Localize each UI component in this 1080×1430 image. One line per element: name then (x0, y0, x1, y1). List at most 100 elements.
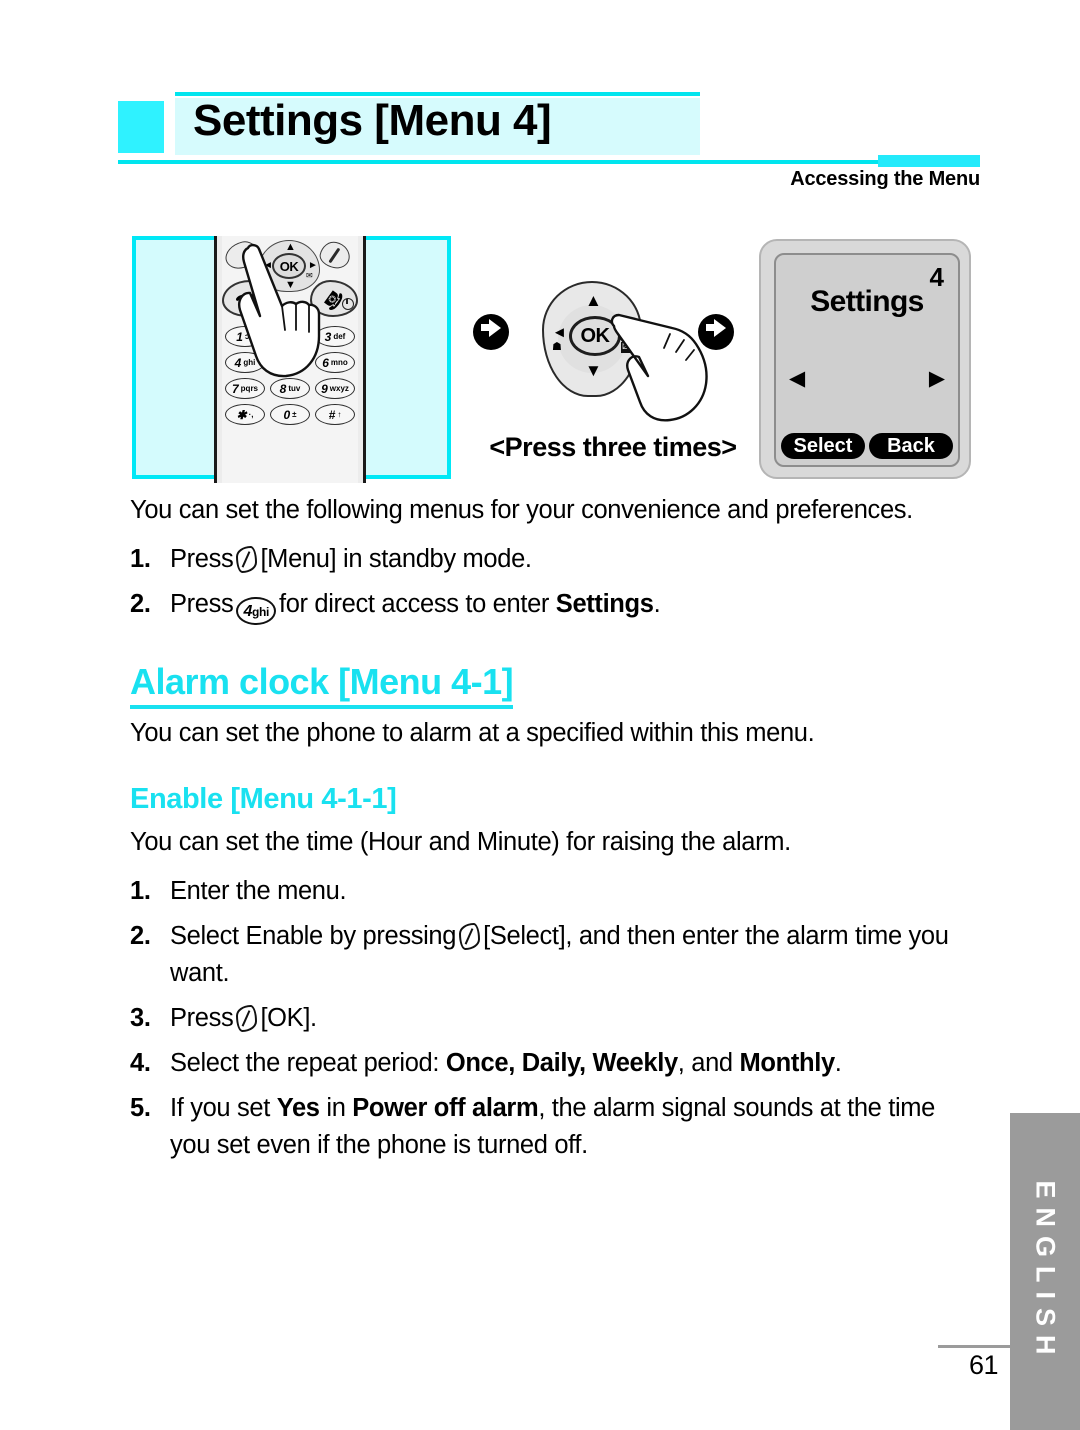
step-text-b: , and (677, 1049, 740, 1077)
keypad-row: 7 pqrs 8 tuv 9 wxyz (224, 378, 356, 399)
key-3: 3 def (315, 326, 355, 347)
key-2: 2 abc (270, 326, 310, 347)
key-digit: 8 (279, 381, 287, 396)
intro-paragraph: You can set the following menus for your… (130, 496, 913, 524)
list-number: 5. (130, 1094, 151, 1122)
step-text-b: in (319, 1094, 353, 1122)
key-digit: 2 (278, 329, 286, 344)
list-item: 2. Press 4ghi for direct access to enter Se… (130, 586, 970, 625)
key-6: 6 mno (315, 352, 355, 373)
key-letters: mno (330, 357, 348, 367)
step-text-c: . (834, 1049, 842, 1077)
phone-illustration-box: OK ▲ ▼ ◄ ► ☗ ✉ ☎ ☎ 1 ɔɔ 2 abc 3 def 4 gh… (132, 236, 451, 483)
key-letters: jkl (289, 357, 299, 367)
key-hash: # ↑ (315, 404, 355, 425)
step-bold-a: Yes (276, 1094, 320, 1122)
step-bold-b: Power off alarm (352, 1094, 539, 1122)
power-icon (342, 298, 354, 310)
figure-row: OK ▲ ▼ ◄ ► ☗ ✉ ☎ ☎ 1 ɔɔ 2 abc 3 def 4 gh… (118, 236, 980, 483)
softkey-icon (459, 923, 481, 950)
key-4-icon: 4ghi (236, 597, 276, 625)
key-digit: 9 (321, 381, 328, 396)
key-letters: tuv (288, 383, 301, 393)
key-letters: def (333, 331, 346, 341)
list-item: 3. Press [OK]. (130, 1000, 970, 1037)
key-digit: 6 (322, 355, 329, 370)
key-9: 9 wxyz (315, 378, 355, 399)
softkey-icon (236, 546, 258, 573)
key-digit: 4 (243, 603, 252, 620)
key-letters: ghi (243, 357, 256, 367)
list-number: 4. (130, 1049, 151, 1077)
page-content: You can set the following menus for your… (130, 492, 970, 1172)
nav-up-icon: ▲ (585, 291, 602, 310)
arrow-right-circle-icon (473, 314, 509, 350)
key-letters: ·, (248, 409, 254, 419)
list-number: 1. (130, 545, 151, 573)
step-text-post: [OK]. (260, 1004, 317, 1032)
ok-button-closeup: OK (569, 316, 621, 356)
header-bottom-rule (118, 160, 980, 164)
nav-right-icon: ► (623, 324, 638, 341)
nav-left-icon: ◄ (552, 324, 567, 341)
handset-icon: ☎ (233, 289, 259, 313)
step-bold-term: Settings (555, 590, 654, 618)
list-item: 1. Press [Menu] in standby mode. (130, 541, 970, 578)
key-letters: ɔɔ (244, 331, 254, 341)
list-item: 1. Enter the menu. (130, 873, 970, 910)
key-digit: 5 (281, 355, 288, 370)
phone-body: OK ▲ ▼ ◄ ► ☗ ✉ ☎ ☎ 1 ɔɔ 2 abc 3 def 4 gh… (214, 236, 366, 483)
keypad-row: 4 ghi 5 jkl 6 mno (224, 352, 356, 373)
subsection-heading-enable: Enable [Menu 4-1-1] (130, 783, 397, 815)
list-number: 2. (130, 922, 151, 950)
list-number: 1. (130, 877, 151, 905)
page-number: 61 (968, 1350, 999, 1380)
page-title: Settings [Menu 4] (193, 96, 552, 145)
header-bottom-rule-accent (878, 155, 980, 167)
phone-display-screen: 4 Settings ◀ ▶ Select Back (774, 253, 960, 467)
list-item: 4. Select the repeat period: Once, Daily,… (130, 1045, 970, 1082)
softkey-icon (236, 1005, 258, 1032)
key-letters: wxyz (329, 383, 349, 393)
section-description: You can set the phone to alarm at a spec… (130, 719, 815, 747)
key-digit: 4 (234, 355, 242, 370)
keypad-row: 1 ɔɔ 2 abc 3 def (224, 326, 356, 347)
key-digit: 1 (236, 329, 243, 344)
step-bold-b: Monthly (739, 1049, 836, 1077)
list-item: 5. If you set Yes in Power off alarm, the… (130, 1090, 970, 1164)
phone-display-frame: 4 Settings ◀ ▶ Select Back (759, 239, 971, 479)
key-star: ✱ ·, (225, 404, 265, 425)
display-menu-title: Settings (810, 285, 924, 318)
softkey-label-select[interactable]: Select (781, 433, 865, 459)
list-item: 2. Select Enable by pressing [Select], and… (130, 918, 970, 992)
key-5: 5 jkl (270, 352, 310, 373)
list-number: 2. (130, 590, 151, 618)
softkey-label-back[interactable]: Back (869, 433, 953, 459)
press-three-times-caption: <Press three times> (489, 432, 737, 462)
nav-right-icon: ► (308, 260, 318, 271)
nav-down-icon: ▼ (585, 361, 602, 380)
page-header: Settings [Menu 4] (118, 92, 980, 167)
step-text-pre: Press (170, 590, 234, 618)
key-1: 1 ɔɔ (225, 326, 265, 347)
ok-button: OK (272, 253, 306, 279)
key-digit: # (328, 407, 336, 422)
display-left-arrow-icon: ◀ (789, 367, 806, 390)
key-letters: ghi (252, 605, 269, 619)
key-8: 8 tuv (270, 378, 310, 399)
nav-down-icon: ▼ (285, 279, 296, 291)
send-key: ☎ (222, 280, 270, 317)
arrow-right-circle-icon (698, 314, 734, 350)
key-letters: pqrs (240, 383, 259, 393)
key-letters: ↑ (337, 409, 342, 419)
list-number: 3. (130, 1004, 151, 1032)
header-subtitle: Accessing the Menu (790, 168, 980, 190)
subsection-description: You can set the time (Hour and Minute) f… (130, 828, 791, 856)
language-tab: ENGLISH (1010, 1113, 1080, 1430)
key-letters: abc (287, 331, 302, 341)
nav-up-icon: ▲ (285, 241, 296, 253)
key-digit: 0 (283, 407, 291, 422)
key-0: 0 ± (270, 404, 310, 425)
keypad: 1 ɔɔ 2 abc 3 def 4 ghi 5 jkl 6 mno 7 pqrs 8 tuv … (224, 326, 356, 430)
key-4: 4 ghi (225, 352, 265, 373)
